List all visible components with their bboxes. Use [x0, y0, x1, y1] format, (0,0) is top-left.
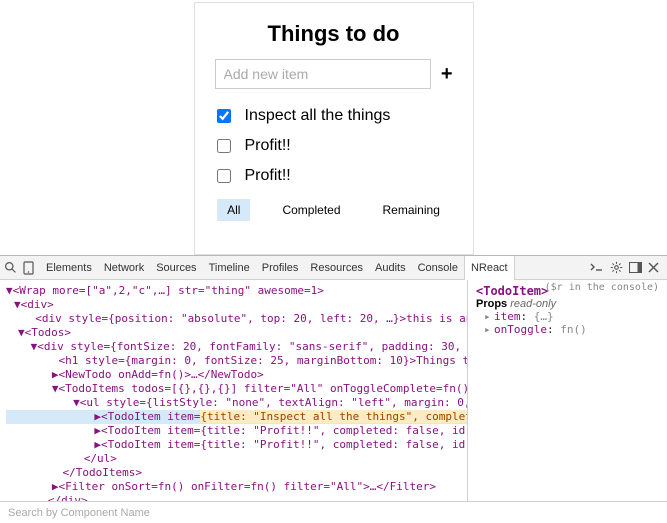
component-search-bar[interactable]: Search by Component Name: [0, 501, 667, 523]
new-todo-input[interactable]: [215, 59, 431, 89]
props-heading: Props read-only: [476, 298, 659, 310]
props-sidebar: ($r in the console) <TodoItem> Props rea…: [467, 280, 667, 501]
close-icon[interactable]: [648, 262, 659, 273]
tree-line[interactable]: <div style={position: "absolute", top: 2…: [6, 312, 467, 326]
tab-console[interactable]: Console: [412, 256, 464, 280]
search-icon[interactable]: [4, 261, 17, 274]
tab-network[interactable]: Network: [98, 256, 150, 280]
devtools-tabbar: Elements Network Sources Timeline Profil…: [0, 256, 667, 280]
new-todo-row: +: [215, 59, 453, 89]
todo-label: Profit!!: [245, 167, 291, 185]
tree-line-selected[interactable]: ▶<TodoItem item={title: "Inspect all the…: [6, 410, 467, 424]
prop-row[interactable]: ▸item: {…}: [476, 310, 659, 323]
devtools-body: ▼<Wrap more=["a",2,"c",…] str="thing" aw…: [0, 280, 667, 501]
todo-label: Inspect all the things: [245, 107, 391, 125]
todo-checkbox[interactable]: [217, 139, 231, 153]
device-icon[interactable]: [23, 261, 34, 275]
filter-all[interactable]: All: [217, 199, 250, 221]
tree-line[interactable]: ▼<Todos>: [6, 326, 467, 340]
add-icon[interactable]: +: [441, 63, 453, 86]
todo-row: Inspect all the things: [215, 101, 453, 131]
gear-icon[interactable]: [610, 261, 623, 274]
filter-bar: All Completed Remaining: [215, 199, 453, 221]
app-preview-pane: Things to do + Inspect all the things Pr…: [0, 0, 667, 255]
component-tree[interactable]: ▼<Wrap more=["a",2,"c",…] str="thing" aw…: [0, 280, 467, 501]
todo-app-card: Things to do + Inspect all the things Pr…: [194, 2, 474, 255]
prop-row[interactable]: ▸onToggle: fn(): [476, 323, 659, 336]
filter-completed[interactable]: Completed: [272, 199, 350, 221]
tab-sources[interactable]: Sources: [150, 256, 202, 280]
console-drawer-icon[interactable]: [590, 262, 604, 274]
tab-timeline[interactable]: Timeline: [203, 256, 256, 280]
tree-line[interactable]: </TodoItems>: [6, 466, 467, 480]
tree-line[interactable]: </ul>: [6, 452, 467, 466]
tree-line[interactable]: ▼<TodoItems todos=[{},{},{}] filter="All…: [6, 382, 467, 396]
filter-remaining[interactable]: Remaining: [373, 199, 450, 221]
devtools-panel: Elements Network Sources Timeline Profil…: [0, 255, 667, 523]
console-ref-hint: ($r in the console): [545, 282, 659, 293]
tree-line[interactable]: ▼<div style={fontSize: 20, fontFamily: "…: [6, 340, 467, 354]
todo-checkbox[interactable]: [217, 169, 231, 183]
search-placeholder: Search by Component Name: [8, 507, 150, 519]
tree-line[interactable]: <h1 style={margin: 0, fontSize: 25, marg…: [6, 354, 467, 368]
todo-label: Profit!!: [245, 137, 291, 155]
tree-line[interactable]: ▼<ul style={listStyle: "none", textAlign…: [6, 396, 467, 410]
todo-row: Profit!!: [215, 161, 453, 191]
tab-resources[interactable]: Resources: [304, 256, 369, 280]
tree-line[interactable]: ▼<Wrap more=["a",2,"c",…] str="thing" aw…: [6, 284, 467, 298]
tab-elements[interactable]: Elements: [40, 256, 98, 280]
todo-checkbox[interactable]: [217, 109, 231, 123]
page-title: Things to do: [215, 21, 453, 47]
tree-line[interactable]: ▼<div>: [6, 298, 467, 312]
tree-line[interactable]: ▶<Filter onSort=fn() onFilter=fn() filte…: [6, 480, 467, 494]
tab-profiles[interactable]: Profiles: [256, 256, 305, 280]
tab-nreact[interactable]: NReact: [464, 256, 515, 280]
tree-line[interactable]: ▶<TodoItem item={title: "Profit!!", comp…: [6, 438, 467, 452]
tab-audits[interactable]: Audits: [369, 256, 412, 280]
tree-line[interactable]: ▶<NewTodo onAdd=fn()>…</NewTodo>: [6, 368, 467, 382]
tree-line[interactable]: ▶<TodoItem item={title: "Profit!!", comp…: [6, 424, 467, 438]
tree-line[interactable]: </div>: [6, 494, 467, 501]
dock-icon[interactable]: [629, 262, 642, 273]
todo-row: Profit!!: [215, 131, 453, 161]
